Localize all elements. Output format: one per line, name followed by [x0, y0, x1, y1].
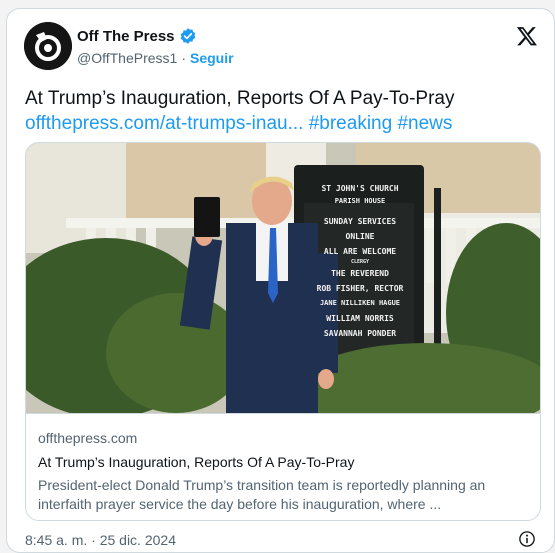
preview-description-line: President-elect Donald Trump’s transitio…	[38, 477, 486, 493]
x-logo-icon[interactable]	[516, 25, 538, 47]
preview-meta[interactable]: offthepress.com At Trump’s Inauguration,…	[26, 413, 540, 520]
tweet-links-line: offthepress.com/at-trumps-inau... #break…	[25, 111, 545, 136]
sign-header-1: ST JOHN'S CHURCH	[321, 184, 399, 193]
avatar[interactable]	[24, 22, 72, 70]
account-name-row: Off The Press	[77, 27, 197, 45]
account-name[interactable]: Off The Press	[77, 28, 175, 45]
hashtag-news[interactable]: #news	[397, 113, 452, 134]
preview-domain: offthepress.com	[38, 430, 138, 446]
handle-row: @OffThePress1 · Seguir	[77, 50, 234, 66]
tweet-url-link[interactable]: offthepress.com/at-trumps-inau...	[25, 113, 303, 134]
account-handle[interactable]: @OffThePress1	[77, 50, 177, 66]
tweet-timestamp[interactable]: 8:45 a. m. · 25 dic. 2024	[25, 532, 176, 548]
sign-line: ALL ARE WELCOME	[323, 247, 397, 256]
tweet-text: At Trump’s Inauguration, Reports Of A Pa…	[25, 86, 545, 136]
sign-line: THE REVEREND	[331, 269, 389, 278]
sign-line: SAVANNAH PONDER	[323, 329, 397, 338]
avatar-logo-icon	[24, 22, 72, 70]
tweet-headline: At Trump’s Inauguration, Reports Of A Pa…	[25, 88, 455, 109]
preview-description-line: interfaith prayer service the day before…	[38, 496, 442, 512]
preview-title: At Trump’s Inauguration, Reports Of A Pa…	[38, 454, 355, 470]
follow-button[interactable]: Seguir	[190, 50, 234, 66]
hashtag-breaking[interactable]: #breaking	[309, 113, 392, 134]
preview-image[interactable]: ST JOHN'S CHURCH PARISH HOUSE SUNDAY SER…	[26, 143, 540, 413]
info-icon[interactable]	[518, 530, 536, 548]
verified-badge-icon	[180, 28, 195, 44]
sign-line: CLERGY	[350, 259, 370, 265]
sign-line: JANE NILLIKEN HAGUE	[319, 299, 401, 307]
tweet-card[interactable]: Off The Press @OffThePress1 · Seguir At …	[6, 8, 555, 553]
separator-dot: ·	[181, 50, 186, 66]
sign-line: ONLINE	[345, 232, 375, 241]
sign-line: ROB FISHER, RECTOR	[316, 284, 404, 293]
sign-line: SUNDAY SERVICES	[323, 217, 397, 226]
preview-photo-illustration	[26, 143, 540, 413]
link-preview-card[interactable]: ST JOHN'S CHURCH PARISH HOUSE SUNDAY SER…	[25, 142, 541, 521]
church-sign: ST JOHN'S CHURCH PARISH HOUSE SUNDAY SER…	[301, 181, 419, 341]
preview-description: President-elect Donald Trump’s transitio…	[38, 476, 530, 514]
sign-line: WILLIAM NORRIS	[326, 314, 394, 323]
sign-header-2: PARISH HOUSE	[334, 197, 386, 205]
